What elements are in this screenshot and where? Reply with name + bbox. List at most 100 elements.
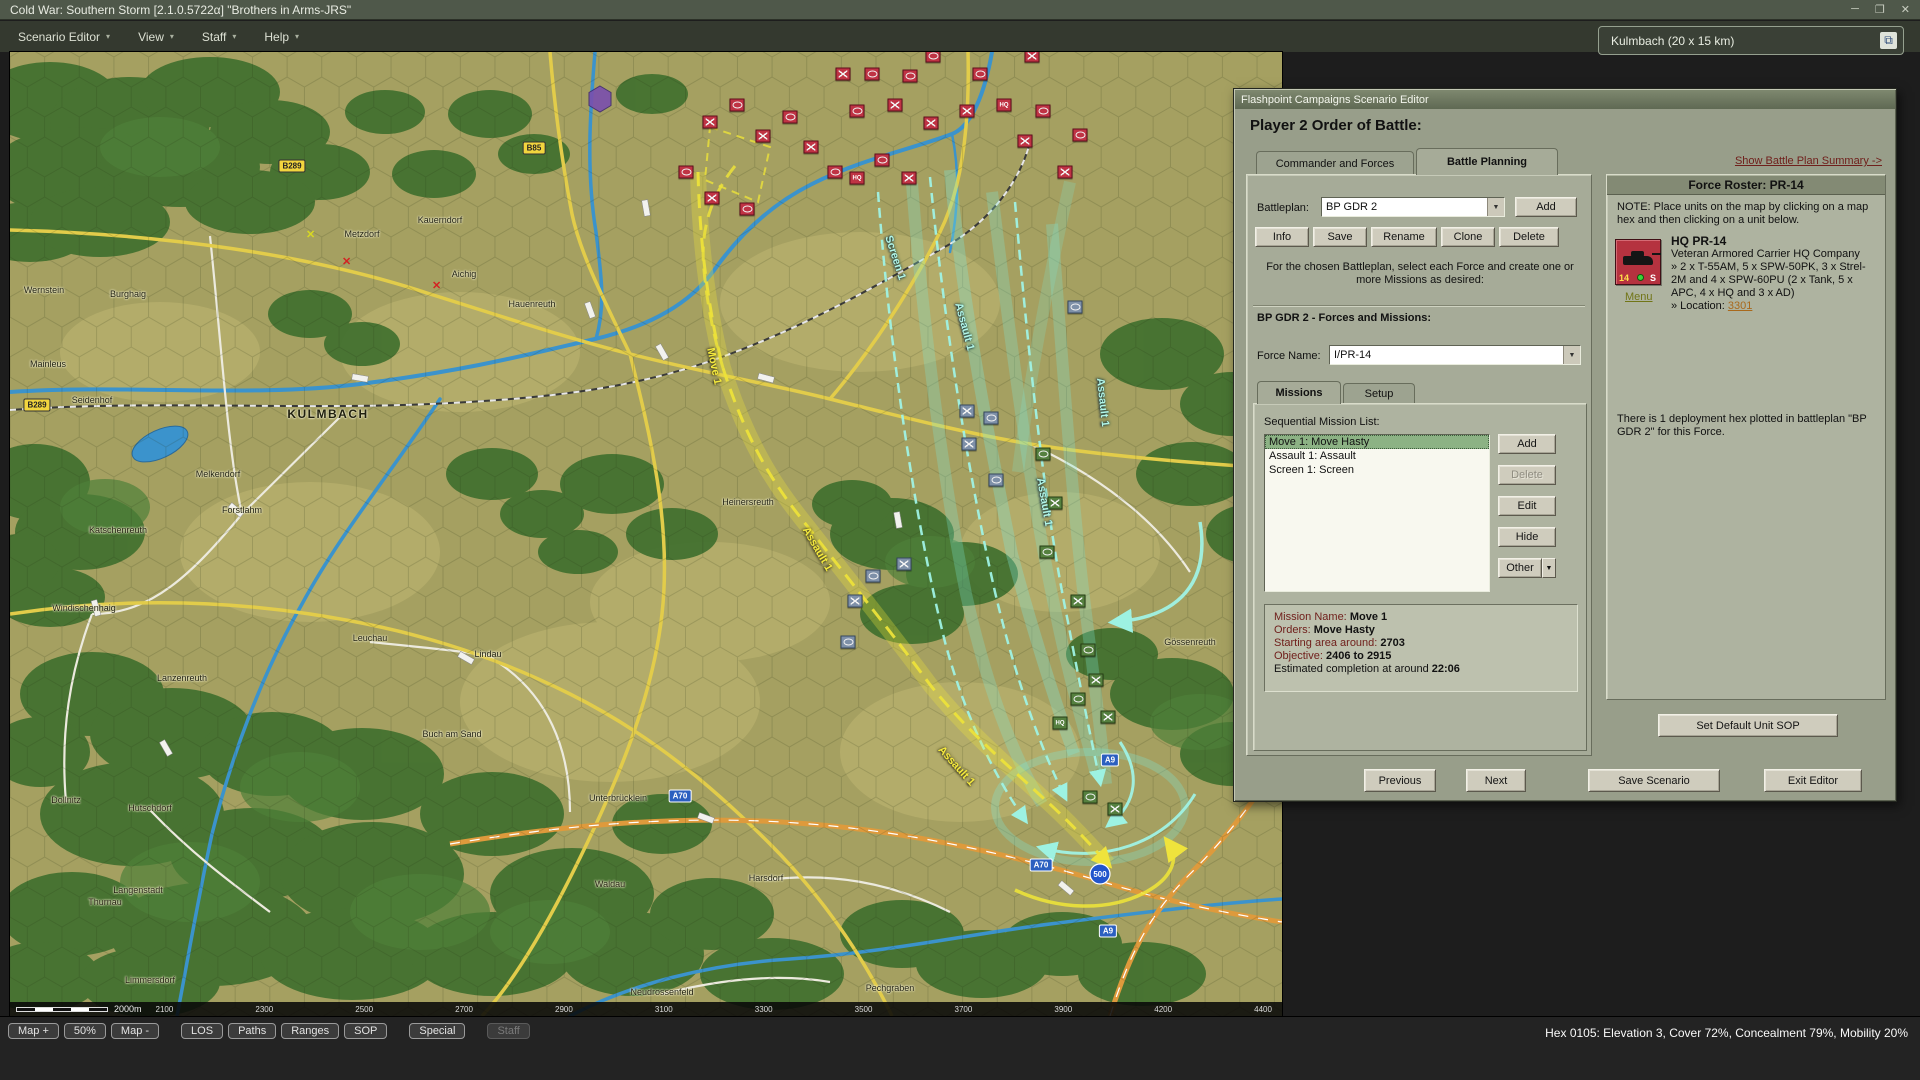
clone-button[interactable]: Clone [1441, 227, 1495, 247]
show-battle-plan-summary-link[interactable]: Show Battle Plan Summary -> [1735, 155, 1882, 167]
map-name-label: Kulmbach (20 x 15 km) [1611, 34, 1734, 48]
menu-help[interactable]: Help▾ [250, 24, 313, 50]
map-ruler-number: 3500 [855, 1005, 873, 1014]
los-button[interactable]: LOS [181, 1023, 223, 1039]
application-window: Cold War: Southern Storm [2.1.0.5722α] "… [0, 0, 1920, 1080]
mission-list-item[interactable]: Move 1: Move Hasty [1265, 435, 1489, 449]
mission-other-dropdown-arrow[interactable]: ▼ [1542, 558, 1556, 578]
paths-button[interactable]: Paths [228, 1023, 276, 1039]
battleplan-add-button[interactable]: Add [1515, 197, 1577, 217]
map-ruler-number: 4200 [1154, 1005, 1172, 1014]
map-ruler-number: 2300 [255, 1005, 273, 1014]
unit-location-label: » Location: [1671, 300, 1725, 312]
hex-info-text: Hex 0105: Elevation 3, Cover 72%, Concea… [1545, 1026, 1908, 1040]
exit-editor-button[interactable]: Exit Editor [1764, 769, 1862, 792]
chevron-down-icon: ▾ [232, 32, 236, 41]
counter-posture-label: S [1650, 273, 1656, 283]
unit-menu-link[interactable]: Menu [1625, 291, 1653, 303]
mission-name-value: Move 1 [1350, 611, 1387, 623]
roster-note: NOTE: Place units on the map by clicking… [1617, 201, 1875, 227]
map-ruler: 2000m 2100230025002700290031003300350037… [10, 1002, 1282, 1016]
minimize-button[interactable]: ─ [1851, 3, 1859, 16]
title-bar: Cold War: Southern Storm [2.1.0.5722α] "… [0, 0, 1920, 20]
mission-other-button[interactable]: Other [1498, 558, 1542, 578]
menu-view[interactable]: View▾ [124, 24, 188, 50]
mission-objective-value: 2406 to 2915 [1326, 650, 1391, 662]
mission-start-value: 2703 [1380, 637, 1404, 649]
unit-counter[interactable]: 14 S [1615, 239, 1661, 285]
map-scale-label: 2000m [114, 1004, 142, 1014]
objective-500-label: 500 [1093, 870, 1107, 879]
map-ruler-number: 2900 [555, 1005, 573, 1014]
mission-add-button[interactable]: Add [1498, 434, 1556, 454]
close-button[interactable]: ✕ [1901, 3, 1910, 16]
svg-text:✕: ✕ [432, 280, 441, 292]
tab-battle-planning[interactable]: Battle Planning [1416, 148, 1558, 175]
force-name-value: I/PR-14 [1330, 346, 1563, 364]
maximize-button[interactable]: ❐ [1875, 3, 1885, 16]
tab-commander-and-forces[interactable]: Commander and Forces [1256, 151, 1414, 175]
set-default-sop-button[interactable]: Set Default Unit SOP [1658, 714, 1838, 737]
counter-status-dot-icon [1637, 274, 1644, 281]
save-button[interactable]: Save [1313, 227, 1367, 247]
menu-scenario-editor[interactable]: Scenario Editor▾ [4, 24, 124, 50]
save-scenario-button[interactable]: Save Scenario [1588, 769, 1720, 792]
next-button[interactable]: Next [1466, 769, 1526, 792]
subtab-missions[interactable]: Missions [1257, 381, 1341, 404]
force-roster-panel: Force Roster: PR-14 NOTE: Place units on… [1606, 174, 1886, 700]
previous-button[interactable]: Previous [1364, 769, 1436, 792]
mission-delete-button: Delete [1498, 465, 1556, 485]
delete-button[interactable]: Delete [1499, 227, 1559, 247]
subtab-missions-label: Missions [1275, 387, 1322, 399]
map-zoom-in-button[interactable]: Map + [8, 1023, 59, 1039]
window-title: Cold War: Southern Storm [2.1.0.5722α] "… [10, 3, 351, 17]
sop-button[interactable]: SOP [344, 1023, 387, 1039]
rename-button[interactable]: Rename [1371, 227, 1437, 247]
mission-orders-value: Move Hasty [1314, 624, 1375, 636]
battleplan-select[interactable]: BP GDR 2 ▼ [1321, 197, 1505, 217]
force-name-select[interactable]: I/PR-14 ▼ [1329, 345, 1581, 365]
editor-title: Flashpoint Campaigns Scenario Editor [1241, 94, 1429, 106]
subtab-setup-label: Setup [1365, 388, 1394, 400]
chevron-down-icon: ▾ [106, 32, 110, 41]
subtab-setup[interactable]: Setup [1343, 383, 1415, 404]
zoom-level-button[interactable]: 50% [64, 1023, 106, 1039]
map-name-box[interactable]: Kulmbach (20 x 15 km) ⧉ [1598, 26, 1904, 55]
unit-composition: » 2 x T-55AM, 5 x SPW-50PK, 3 x Strel-2M… [1671, 261, 1877, 300]
mission-list-item[interactable]: Assault 1: Assault [1265, 449, 1489, 463]
menu-view-label: View [138, 30, 164, 44]
forces-missions-heading: BP GDR 2 - Forces and Missions: [1257, 312, 1431, 324]
mission-orders-label: Orders: [1274, 624, 1311, 636]
map-ruler-number: 3700 [955, 1005, 973, 1014]
mission-name-label: Mission Name: [1274, 611, 1347, 623]
map-canvas[interactable]: ✕✕✕ [10, 52, 1282, 1016]
map-ruler-number: 3100 [655, 1005, 673, 1014]
unit-location-link[interactable]: 3301 [1728, 300, 1752, 312]
ranges-button[interactable]: Ranges [281, 1023, 339, 1039]
mission-list[interactable]: Move 1: Move HastyAssault 1: AssaultScre… [1264, 434, 1490, 592]
info-button[interactable]: Info [1255, 227, 1309, 247]
status-bar: Map + 50% Map - LOS Paths Ranges SOP Spe… [0, 1016, 1920, 1080]
map-ruler-number: 2700 [455, 1005, 473, 1014]
mission-edit-button[interactable]: Edit [1498, 496, 1556, 516]
unit-type: Veteran Armored Carrier HQ Company [1671, 248, 1877, 261]
map-terrain: ✕✕✕ [10, 52, 1282, 1016]
tab-battle-label: Battle Planning [1447, 156, 1527, 168]
map-ruler-number: 4400 [1254, 1005, 1272, 1014]
mission-hide-button[interactable]: Hide [1498, 527, 1556, 547]
battleplan-value: BP GDR 2 [1322, 198, 1487, 216]
menu-staff[interactable]: Staff▾ [188, 24, 250, 50]
mission-list-item[interactable]: Screen 1: Screen [1265, 463, 1489, 477]
dropdown-arrow-icon[interactable]: ▼ [1487, 198, 1504, 216]
mission-details-box: Mission Name: Move 1 Orders: Move Hasty … [1264, 604, 1578, 692]
missions-subpage: Sequential Mission List: Move 1: Move Ha… [1253, 403, 1587, 751]
mission-list-label: Sequential Mission List: [1264, 416, 1380, 428]
editor-title-bar[interactable]: Flashpoint Campaigns Scenario Editor [1235, 90, 1895, 109]
special-button[interactable]: Special [409, 1023, 465, 1039]
map-jump-icon[interactable]: ⧉ [1880, 32, 1897, 49]
mission-objective-label: Objective: [1274, 650, 1323, 662]
map-ruler-number: 2500 [355, 1005, 373, 1014]
svg-text:✕: ✕ [342, 256, 351, 268]
dropdown-arrow-icon[interactable]: ▼ [1563, 346, 1580, 364]
map-zoom-out-button[interactable]: Map - [111, 1023, 159, 1039]
